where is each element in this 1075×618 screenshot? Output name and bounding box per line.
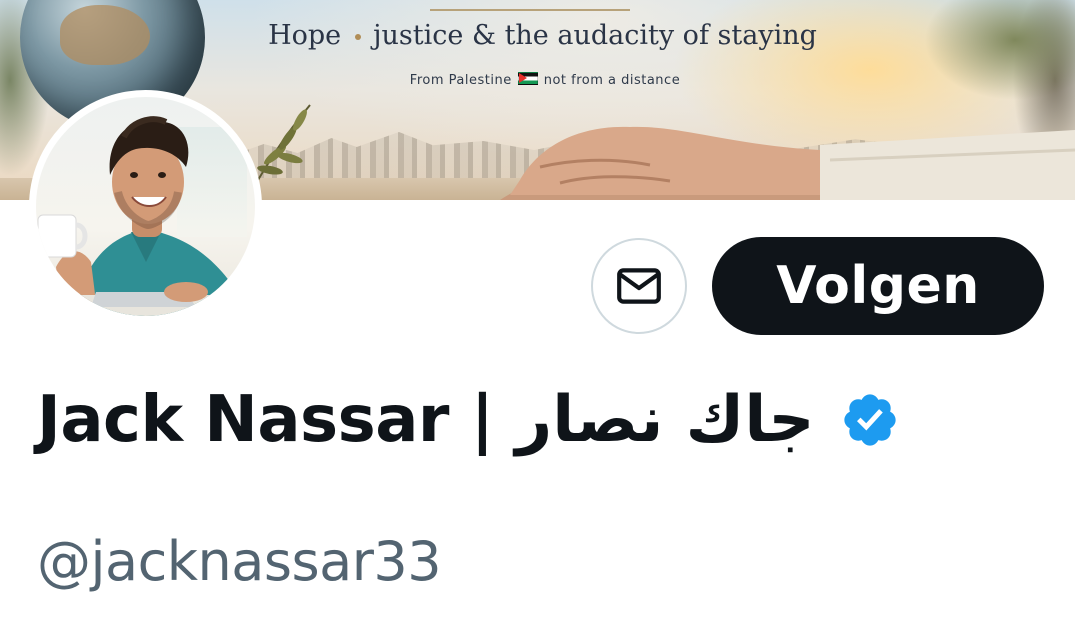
- verified-badge-icon[interactable]: [840, 390, 900, 450]
- banner-title-rest: justice & the audacity of staying: [373, 20, 817, 51]
- follow-button-label: Volgen: [776, 256, 980, 316]
- banner-subtitle: From Palestine not from a distance: [0, 72, 1075, 88]
- avatar-person-illustration: [36, 116, 255, 316]
- banner-top-rule: [430, 9, 630, 11]
- message-button[interactable]: [591, 238, 687, 334]
- banner-title: Hope justice & the audacity of staying: [0, 20, 1075, 51]
- envelope-icon: [617, 268, 661, 304]
- avatar-photo: [36, 97, 255, 316]
- follow-button[interactable]: Volgen: [712, 237, 1044, 335]
- profile-header: Hope justice & the audacity of staying Fr…: [0, 0, 1075, 618]
- avatar[interactable]: [29, 90, 262, 323]
- display-name-row: Jack Nassar | جاك نصار: [37, 380, 900, 460]
- holding-hands-image: [500, 126, 1075, 200]
- bullet-dot-icon: [355, 33, 362, 40]
- banner-subtitle-left: From Palestine: [409, 73, 512, 88]
- username-handle: @jacknassar33: [37, 530, 442, 593]
- palestine-flag-icon: [517, 72, 538, 85]
- banner-title-hope: Hope: [268, 20, 342, 51]
- display-name: Jack Nassar | جاك نصار: [37, 383, 815, 457]
- olive-branch-icon: [254, 104, 311, 186]
- banner-subtitle-right: not from a distance: [543, 73, 681, 88]
